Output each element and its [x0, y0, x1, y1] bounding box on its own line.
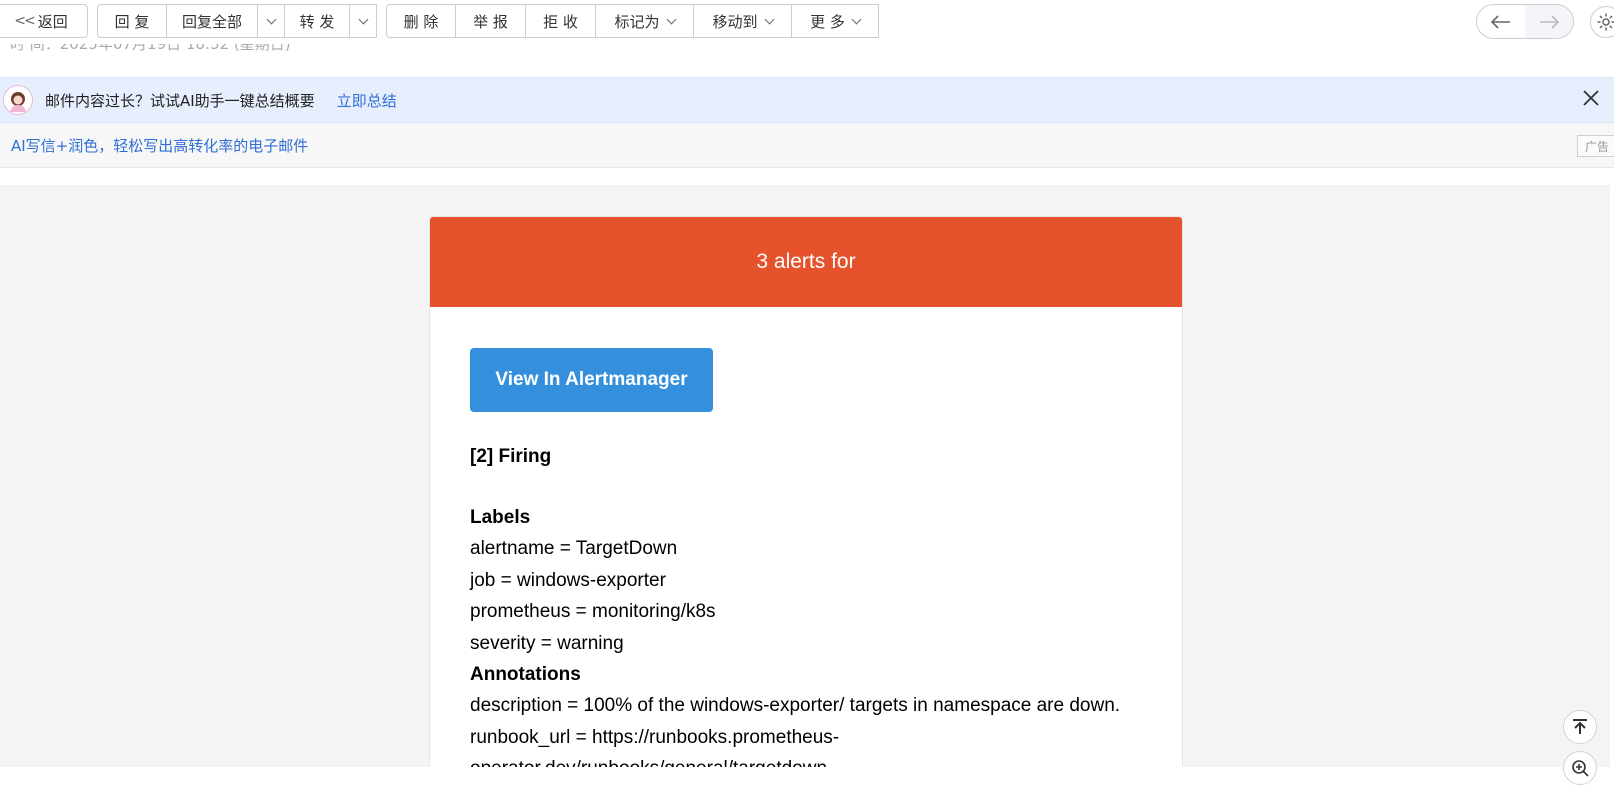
- annotation-line: description = 100% of the windows-export…: [470, 695, 1121, 716]
- more-button[interactable]: 更 多: [792, 4, 879, 38]
- previous-mail-button[interactable]: [1477, 5, 1525, 38]
- mail-toolbar: << 返回 回 复 回复全部 转 发 删 除 举 报 拒 收 标记为 移动到 更…: [0, 0, 1614, 44]
- assistant-avatar-icon: [10, 92, 26, 112]
- ad-badge: 广告: [1577, 135, 1614, 157]
- back-button[interactable]: << 返回: [0, 4, 88, 38]
- zoom-in-icon: [1572, 760, 1589, 777]
- label-line: job = windows-exporter: [470, 569, 666, 591]
- reject-label: 拒 收: [543, 12, 578, 31]
- reject-button[interactable]: 拒 收: [526, 4, 596, 38]
- reply-button[interactable]: 回 复: [97, 4, 167, 38]
- reply-all-label: 回复全部: [181, 12, 242, 31]
- label-line: severity = warning: [470, 632, 624, 654]
- alert-email-card: 3 alerts for View In Alertmanager [2] Fi…: [429, 216, 1183, 778]
- close-icon: [1583, 90, 1599, 106]
- view-in-alertmanager-button[interactable]: View In Alertmanager: [470, 348, 713, 412]
- next-mail-button[interactable]: [1525, 5, 1573, 38]
- more-label: 更 多: [810, 12, 845, 31]
- report-label: 举 报: [473, 12, 508, 31]
- chevron-down-icon: [851, 14, 862, 24]
- mail-content-area: 3 alerts for View In Alertmanager [2] Fi…: [0, 185, 1610, 778]
- scroll-top-icon: [1573, 719, 1587, 734]
- mark-as-button[interactable]: 标记为: [596, 4, 694, 38]
- reply-label: 回 复: [114, 12, 150, 31]
- arrow-right-icon: [1540, 14, 1559, 29]
- label-line: alertname = TargetDown: [470, 538, 678, 559]
- double-chevron-left-icon: <<: [14, 13, 36, 29]
- move-to-button[interactable]: 移动到: [694, 4, 792, 38]
- reply-all-dropdown-button[interactable]: [258, 4, 285, 38]
- alert-body: View In Alertmanager [2] Firing Labels a…: [430, 307, 1182, 777]
- ai-assistant-avatar: [3, 85, 33, 115]
- ai-summary-prompt: 邮件内容过长？试试AI助手一键总结概要: [45, 91, 315, 110]
- forward-dropdown-button[interactable]: [350, 4, 377, 38]
- settings-button[interactable]: [1590, 6, 1614, 38]
- zoom-in-button[interactable]: [1563, 751, 1597, 785]
- summarize-now-link[interactable]: 立即总结: [337, 90, 397, 111]
- firing-title: [2] Firing: [470, 446, 552, 467]
- gear-icon: [1597, 13, 1614, 31]
- delete-button[interactable]: 删 除: [386, 4, 456, 38]
- report-button[interactable]: 举 报: [456, 4, 526, 38]
- arrow-left-icon: [1491, 14, 1510, 29]
- bottom-strip: [0, 767, 1614, 783]
- close-ai-bar-button[interactable]: [1583, 90, 1599, 110]
- scroll-to-top-button[interactable]: [1563, 710, 1597, 744]
- delete-label: 删 除: [403, 12, 439, 31]
- labels-title: Labels: [470, 507, 531, 528]
- forward-button[interactable]: 转 发: [285, 4, 350, 38]
- alert-header-title: 3 alerts for: [756, 250, 856, 273]
- chevron-down-icon: [666, 14, 676, 24]
- back-label: 返回: [37, 12, 68, 31]
- label-line: prometheus = monitoring/k8s: [470, 601, 716, 622]
- chevron-down-icon: [358, 14, 368, 24]
- mark-as-label: 标记为: [614, 12, 660, 31]
- ad-link[interactable]: AI写信+润色，轻松写出高转化率的电子邮件: [11, 135, 308, 156]
- forward-label: 转 发: [299, 12, 335, 31]
- annotation-line[interactable]: runbook_url = https://runbooks.prometheu…: [470, 722, 1142, 754]
- chevron-down-icon: [266, 14, 276, 24]
- annotations-title: Annotations: [470, 664, 581, 685]
- reply-all-button[interactable]: 回复全部: [167, 4, 258, 38]
- ad-bar: AI写信+润色，轻松写出高转化率的电子邮件 广告: [0, 123, 1614, 168]
- alert-header: 3 alerts for: [430, 217, 1182, 307]
- ai-summary-bar: 邮件内容过长？试试AI助手一键总结概要 立即总结: [0, 77, 1614, 123]
- mail-navigation: [1476, 4, 1574, 39]
- move-to-label: 移动到: [712, 12, 758, 31]
- chevron-down-icon: [764, 14, 774, 24]
